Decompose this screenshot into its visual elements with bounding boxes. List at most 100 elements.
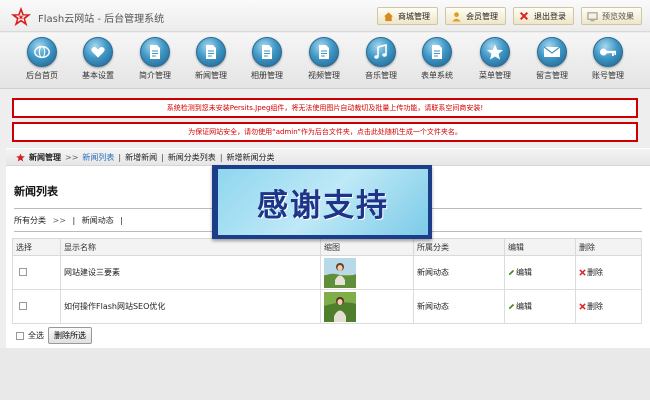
breadcrumb-add-news-category-link[interactable]: 新增新闻分类 bbox=[227, 152, 275, 163]
filter-news-dynamics-link[interactable]: 新闻动态 bbox=[82, 216, 114, 225]
music-icon bbox=[366, 37, 396, 67]
preview-button[interactable]: 预览效果 bbox=[581, 7, 642, 25]
edit-link[interactable]: 编辑 bbox=[508, 301, 532, 312]
breadcrumb-root: 新闻管理 bbox=[29, 152, 61, 162]
logout-label: 退出登录 bbox=[534, 11, 566, 21]
select-all-checkbox[interactable] bbox=[16, 331, 24, 340]
thumbnail-cell bbox=[320, 255, 414, 290]
nav-item-menu[interactable]: 菜单管理 bbox=[467, 37, 523, 81]
breadcrumb-divider: | bbox=[118, 152, 122, 162]
column-header-select: 选择 bbox=[12, 238, 61, 256]
nav-item-label: 表单系统 bbox=[421, 71, 453, 80]
row-checkbox[interactable] bbox=[19, 267, 27, 276]
select-all-label: 全选 bbox=[28, 331, 44, 340]
top-bar: Flash云网站 - 后台管理系统 商城管理 会员管理 退出登录 预览效果 bbox=[0, 0, 650, 32]
delete-label: 删除 bbox=[587, 268, 603, 277]
nav-item-label: 后台首页 bbox=[26, 71, 58, 80]
filter-divider: | bbox=[120, 216, 123, 225]
home-globe-icon bbox=[27, 37, 57, 67]
delete-link[interactable]: 删除 bbox=[579, 267, 603, 278]
news-category: 新闻动态 bbox=[413, 255, 505, 290]
document-icon bbox=[252, 37, 282, 67]
breadcrumb-add-news-link[interactable]: 新增新闻 bbox=[125, 152, 157, 163]
pencil-icon bbox=[508, 303, 515, 310]
nav-item-video[interactable]: 视频管理 bbox=[296, 37, 352, 81]
table-row: 网站建设三要素 新闻动态 编辑 删除 bbox=[12, 255, 642, 290]
delete-x-icon bbox=[579, 303, 586, 310]
thumbnail-cell bbox=[320, 289, 414, 324]
nav-item-home[interactable]: 后台首页 bbox=[14, 37, 70, 81]
star-icon bbox=[480, 37, 510, 67]
member-management-label: 会员管理 bbox=[466, 11, 498, 21]
nav-item-label: 菜单管理 bbox=[479, 71, 511, 80]
breadcrumb-divider: | bbox=[161, 152, 164, 162]
news-thumbnail-image bbox=[324, 257, 356, 288]
preview-label: 预览效果 bbox=[602, 11, 634, 21]
thanks-banner: 感谢支持 bbox=[212, 165, 432, 239]
user-icon bbox=[450, 10, 462, 22]
table-footer: 全选 删除所选 bbox=[16, 327, 92, 344]
component-warning-alert: 系统检测到您未安装Persits.Jpeg组件，将无法使用图片自动裁切及批量上传… bbox=[12, 98, 638, 118]
pencil-icon bbox=[508, 269, 515, 276]
document-icon bbox=[140, 37, 170, 67]
filter-separator: >> bbox=[52, 216, 66, 225]
delete-label: 删除 bbox=[587, 302, 603, 311]
member-management-button[interactable]: 会员管理 bbox=[445, 7, 506, 25]
nav-item-album[interactable]: 相册管理 bbox=[239, 37, 295, 81]
nav-item-music[interactable]: 音乐管理 bbox=[353, 37, 409, 81]
security-warning-alert[interactable]: 为保证网站安全，请勿使用“admin”作为后台文件夹，点击此处随机生成一个文件夹… bbox=[12, 122, 638, 142]
nav-item-label: 账号管理 bbox=[592, 71, 624, 80]
document-icon bbox=[422, 37, 452, 67]
banner-text: 感谢支持 bbox=[257, 187, 389, 224]
news-title[interactable]: 如何操作Flash网站SEO优化 bbox=[60, 289, 321, 324]
key-icon bbox=[593, 37, 623, 67]
news-category: 新闻动态 bbox=[413, 289, 505, 324]
nav-item-forms[interactable]: 表单系统 bbox=[409, 37, 465, 81]
main-nav: 后台首页 基本设置 简介管理 新闻管理 相册管理 视频管理 音乐管理 表单系统 … bbox=[0, 33, 650, 89]
breadcrumb-news-category-list-link[interactable]: 新闻分类列表 bbox=[168, 152, 216, 163]
nav-item-label: 视频管理 bbox=[308, 71, 340, 80]
edit-label: 编辑 bbox=[516, 268, 532, 277]
mall-management-label: 商城管理 bbox=[398, 11, 430, 21]
nav-item-label: 新闻管理 bbox=[195, 71, 227, 80]
delete-link[interactable]: 删除 bbox=[579, 301, 603, 312]
home-icon bbox=[382, 10, 394, 22]
nav-item-label: 相册管理 bbox=[251, 71, 283, 80]
mall-management-button[interactable]: 商城管理 bbox=[377, 7, 438, 25]
column-header-edit: 编辑 bbox=[504, 238, 576, 256]
logout-button[interactable]: 退出登录 bbox=[513, 7, 574, 25]
filter-all-categories-link[interactable]: 所有分类 bbox=[14, 216, 46, 225]
column-header-category: 所属分类 bbox=[413, 238, 505, 256]
edit-link[interactable]: 编辑 bbox=[508, 267, 532, 278]
document-icon bbox=[309, 37, 339, 67]
star-logo-icon bbox=[10, 6, 32, 27]
news-title[interactable]: 网站建设三要素 bbox=[60, 255, 321, 290]
app-title: Flash云网站 - 后台管理系统 bbox=[38, 14, 165, 25]
column-header-delete: 删除 bbox=[575, 238, 642, 256]
news-thumbnail-image bbox=[324, 291, 356, 322]
heart-icon bbox=[83, 37, 113, 67]
breadcrumb-current[interactable]: 新闻列表 bbox=[82, 152, 114, 163]
column-header-thumbnail: 缩图 bbox=[320, 238, 414, 256]
nav-item-messages[interactable]: 留言管理 bbox=[524, 37, 580, 81]
edit-label: 编辑 bbox=[516, 302, 532, 311]
nav-item-label: 简介管理 bbox=[139, 71, 171, 80]
preview-icon bbox=[586, 10, 598, 22]
nav-item-intro[interactable]: 简介管理 bbox=[127, 37, 183, 81]
news-table: 选择 显示名称 缩图 所属分类 编辑 删除 网站建设三要素 新闻动态 编辑 删除… bbox=[12, 238, 642, 324]
delete-x-icon bbox=[579, 269, 586, 276]
row-checkbox[interactable] bbox=[19, 301, 27, 310]
filter-divider: | bbox=[72, 216, 76, 225]
nav-item-news[interactable]: 新闻管理 bbox=[183, 37, 239, 81]
star-icon bbox=[16, 152, 25, 161]
nav-item-basic-settings[interactable]: 基本设置 bbox=[70, 37, 126, 81]
nav-item-label: 音乐管理 bbox=[365, 71, 397, 80]
nav-item-accounts[interactable]: 账号管理 bbox=[580, 37, 636, 81]
category-filter: 所有分类 >> | 新闻动态 | bbox=[14, 215, 123, 226]
mail-icon bbox=[537, 37, 567, 67]
breadcrumb-divider: | bbox=[219, 152, 223, 162]
nav-item-label: 留言管理 bbox=[536, 71, 568, 80]
table-header-row: 选择 显示名称 缩图 所属分类 编辑 删除 bbox=[12, 238, 642, 256]
table-row: 如何操作Flash网站SEO优化 新闻动态 编辑 删除 bbox=[12, 289, 642, 324]
delete-selected-button[interactable]: 删除所选 bbox=[48, 327, 92, 344]
